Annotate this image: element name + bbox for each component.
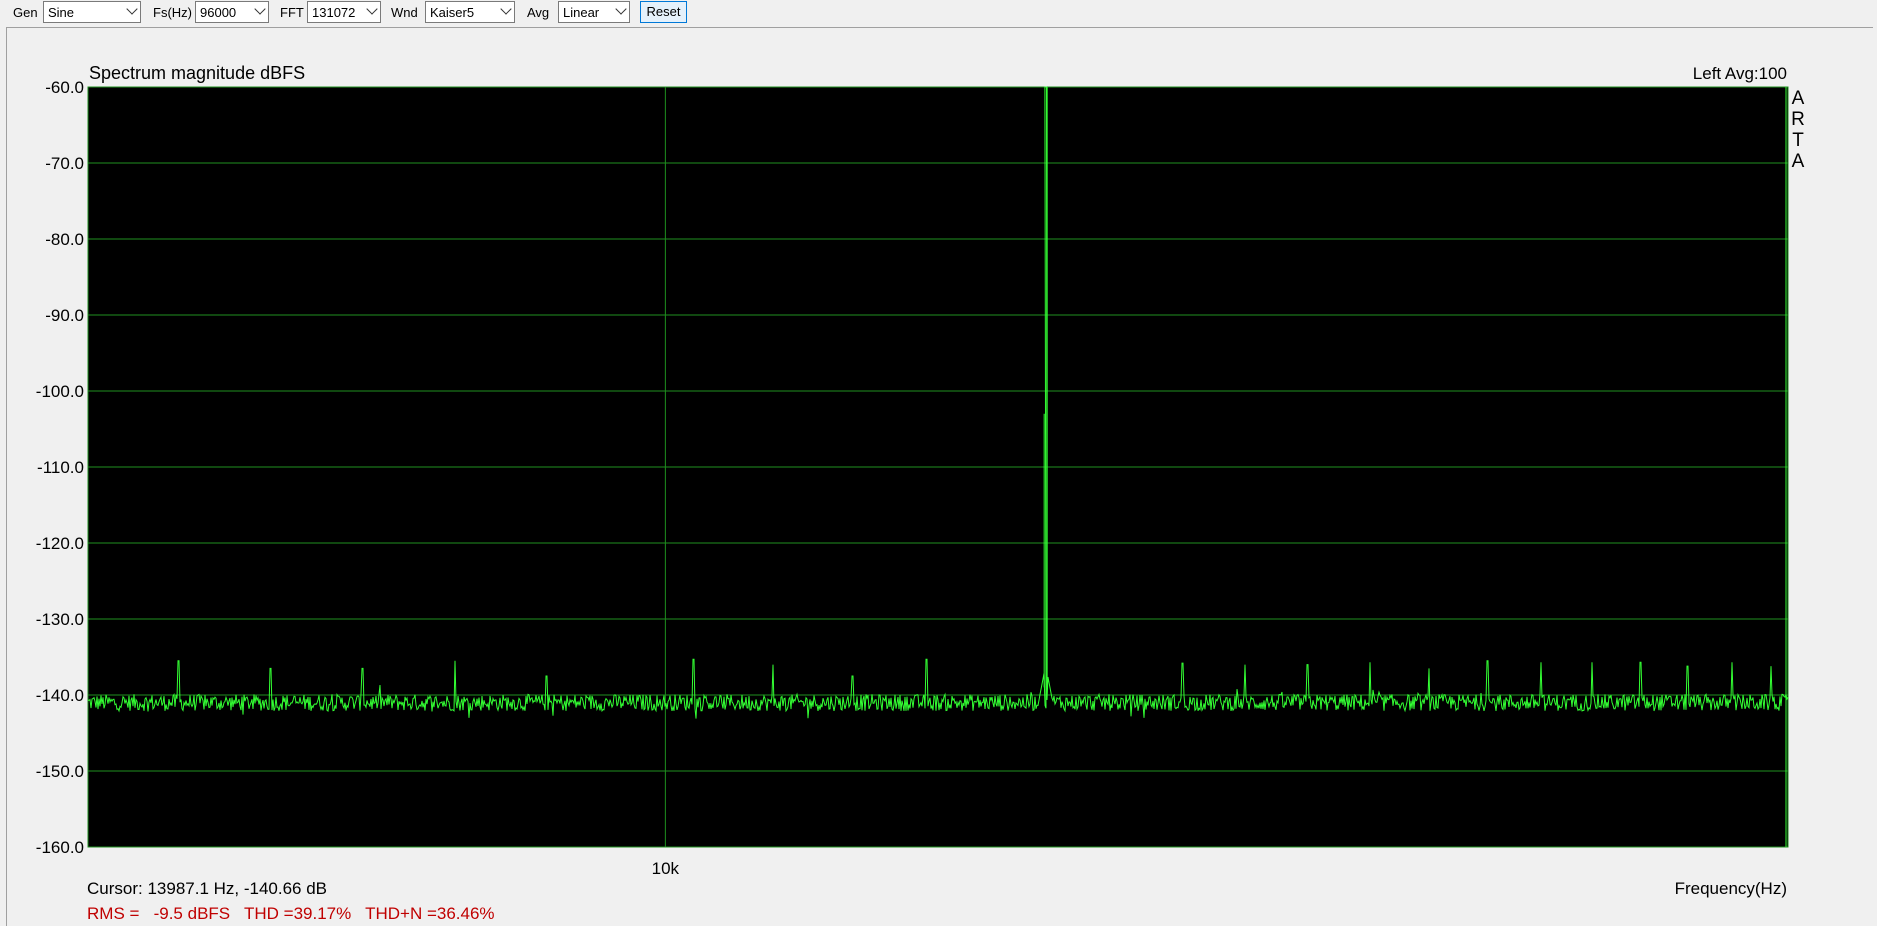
- x-tick-label: 10k: [652, 859, 680, 878]
- y-tick-label: -140.0: [36, 686, 84, 705]
- y-tick-label: -150.0: [36, 762, 84, 781]
- cursor-readout: Cursor: 13987.1 Hz, -140.66 dB: [87, 879, 327, 898]
- spectrum-chart[interactable]: -60.0 -70.0 -80.0 -90.0 -100.0 -110.0 -120.0 -1…: [0, 0, 1877, 925]
- channel-info: Left Avg:100: [1693, 64, 1787, 83]
- x-tick-labels: 10k: [652, 859, 680, 878]
- logo-letter: A: [1792, 88, 1805, 109]
- x-axis-label: Frequency(Hz): [1675, 879, 1787, 898]
- y-tick-label: -90.0: [45, 306, 84, 325]
- arta-logo: ARTA: [1791, 88, 1805, 172]
- y-tick-label: -80.0: [45, 230, 84, 249]
- y-tick-label: -100.0: [36, 382, 84, 401]
- y-tick-label: -130.0: [36, 610, 84, 629]
- y-tick-label: -110.0: [37, 458, 84, 477]
- y-tick-label: -160.0: [36, 838, 84, 857]
- chart-title: Spectrum magnitude dBFS: [89, 63, 305, 83]
- y-tick-labels: -60.0 -70.0 -80.0 -90.0 -100.0 -110.0 -120.0 -1…: [36, 78, 84, 857]
- y-tick-label: -60.0: [45, 78, 84, 97]
- stats-readout: RMS = -9.5 dBFS THD =39.17% THD+N =36.46…: [87, 904, 495, 923]
- logo-letter: T: [1792, 130, 1804, 151]
- logo-letter: A: [1792, 151, 1805, 172]
- y-tick-label: -70.0: [45, 154, 84, 173]
- logo-letter: R: [1791, 109, 1805, 130]
- y-tick-label: -120.0: [36, 534, 84, 553]
